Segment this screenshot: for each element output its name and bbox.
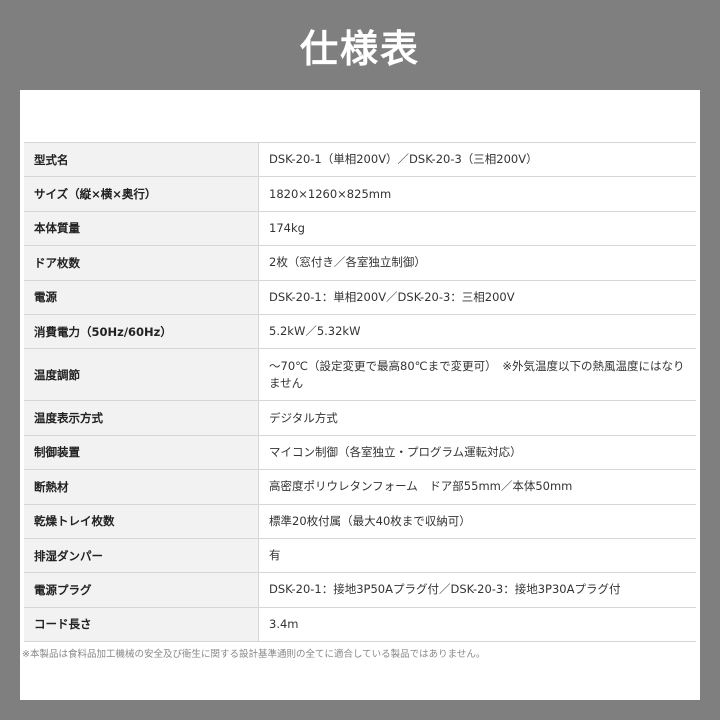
- page-header: 仕様表: [0, 0, 720, 90]
- spec-label: 電源プラグ: [24, 572, 259, 608]
- spec-value: 5.2kW／5.32kW: [258, 313, 696, 350]
- spec-row-insulation: 断熱材 高密度ポリウレタンフォーム ドア部55mm／本体50mm: [24, 469, 696, 505]
- spec-value: DSK-20-1：単相200V／DSK-20-3：三相200V: [258, 279, 696, 315]
- spec-label: 断熱材: [24, 469, 259, 505]
- spec-label: 型式名: [24, 141, 259, 178]
- spec-value: 高密度ポリウレタンフォーム ドア部55mm／本体50mm: [258, 469, 696, 505]
- spec-row-temp-display: 温度表示方式 デジタル方式: [24, 400, 696, 436]
- spec-row-power-consumption: 消費電力（50Hz/60Hz） 5.2kW／5.32kW: [24, 313, 696, 350]
- spec-label: 本体質量: [24, 210, 259, 247]
- spec-row-weight: 本体質量 174kg: [24, 210, 696, 247]
- spec-value: 有: [258, 537, 696, 574]
- spec-value: 1820×1260×825mm: [258, 176, 696, 212]
- spec-row-size: サイズ（縦×横×奥行） 1820×1260×825mm: [24, 176, 696, 212]
- spec-label: 温度調節: [24, 348, 259, 402]
- spec-label: 電源: [24, 279, 259, 315]
- spec-row-cord-length: コード長さ 3.4m: [24, 606, 696, 643]
- spec-value: DSK-20-1（単相200V）／DSK-20-3（三相200V）: [258, 141, 696, 178]
- spec-value: 3.4m: [258, 606, 696, 643]
- spec-value: 2枚（窓付き／各室独立制御）: [258, 245, 696, 281]
- spec-label: サイズ（縦×横×奥行）: [24, 176, 259, 212]
- spec-table: 型式名 DSK-20-1（単相200V）／DSK-20-3（三相200V） サイ…: [24, 141, 696, 643]
- spec-label: 消費電力（50Hz/60Hz）: [24, 313, 259, 350]
- spec-panel: 型式名 DSK-20-1（単相200V）／DSK-20-3（三相200V） サイ…: [20, 90, 700, 700]
- spec-row-controller: 制御装置 マイコン制御（各室独立・プログラム運転対応）: [24, 434, 696, 471]
- page-title: 仕様表: [299, 26, 420, 71]
- spec-label: 温度表示方式: [24, 400, 259, 436]
- spec-value: ～70℃（設定変更で最高80℃まで変更可） ※外気温度以下の熱風温度にはなりませ…: [258, 348, 696, 402]
- spec-label: 排湿ダンパー: [24, 537, 259, 574]
- footnote: ※本製品は食料品加工機械の安全及び衛生に関する設計基準通則の全てに適合している製…: [22, 649, 486, 660]
- spec-value: 174kg: [258, 210, 696, 247]
- spec-value: デジタル方式: [258, 400, 696, 436]
- spec-value: マイコン制御（各室独立・プログラム運転対応）: [258, 434, 696, 471]
- spec-row-plug: 電源プラグ DSK-20-1：接地3P50Aプラグ付／DSK-20-3：接地3P…: [24, 572, 696, 608]
- spec-label: 制御装置: [24, 434, 259, 471]
- spec-label: ドア枚数: [24, 245, 259, 281]
- spec-row-model: 型式名 DSK-20-1（単相200V）／DSK-20-3（三相200V）: [24, 141, 696, 178]
- spec-row-damper: 排湿ダンパー 有: [24, 537, 696, 574]
- spec-row-trays: 乾燥トレイ枚数 標準20枚付属（最大40枚まで収納可）: [24, 503, 696, 539]
- spec-row-power-supply: 電源 DSK-20-1：単相200V／DSK-20-3：三相200V: [24, 279, 696, 315]
- spec-label: 乾燥トレイ枚数: [24, 503, 259, 539]
- spec-value: 標準20枚付属（最大40枚まで収納可）: [258, 503, 696, 539]
- spec-label: コード長さ: [24, 606, 259, 643]
- spec-value: DSK-20-1：接地3P50Aプラグ付／DSK-20-3：接地3P30Aプラグ…: [258, 572, 696, 608]
- spec-row-doors: ドア枚数 2枚（窓付き／各室独立制御）: [24, 245, 696, 281]
- spec-row-temperature: 温度調節 ～70℃（設定変更で最高80℃まで変更可） ※外気温度以下の熱風温度に…: [24, 348, 696, 402]
